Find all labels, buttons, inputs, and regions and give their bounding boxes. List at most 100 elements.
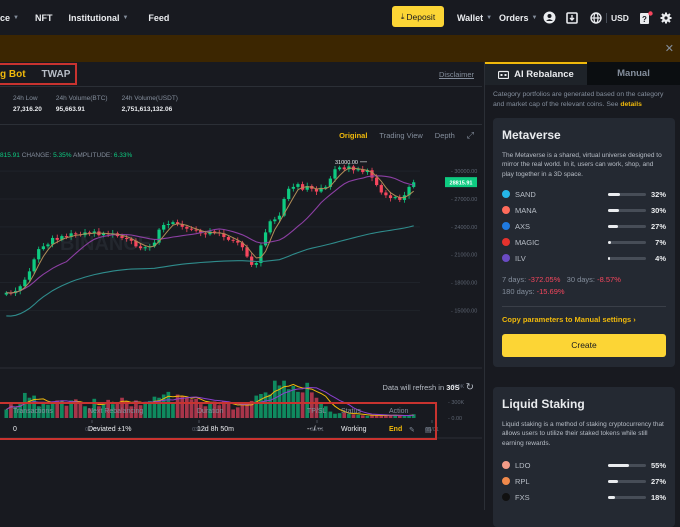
candle: [296, 184, 300, 187]
details-link[interactable]: details: [620, 101, 642, 108]
create-button[interactable]: Create: [502, 333, 666, 357]
fullscreen-icon[interactable]: ⤢: [467, 130, 474, 141]
chart-info: 815.91 CHANGE: 5.35% AMPLITUDE: 6.33%: [0, 152, 133, 159]
candle: [46, 244, 50, 247]
allocation-bar-fill: [608, 209, 620, 212]
deposit-button[interactable]: ⤓ Deposit: [392, 6, 444, 27]
tab-trading-view[interactable]: Trading View: [379, 131, 422, 140]
allocation-bar-fill: [608, 480, 619, 483]
orders-menu[interactable]: Orders ▼: [499, 0, 537, 35]
coin-list: SAND 32% MANA 30% AXS 27% MAGIC 7% ILV 4%: [502, 186, 666, 266]
allocation-percent: 4%: [655, 253, 666, 263]
allocation-bar: [608, 257, 646, 260]
status-value: Working: [341, 426, 367, 433]
candle: [37, 249, 41, 260]
tab-ai-rebalance[interactable]: AI Rebalance: [485, 62, 587, 85]
candle: [203, 233, 207, 235]
perf-180d: -15.69%: [536, 286, 565, 296]
candle: [333, 169, 337, 179]
coin-name: RPL: [515, 476, 530, 486]
portfolio-card-liquid-staking: Liquid Staking Liquid staking is a metho…: [493, 387, 675, 527]
nav-item-feed[interactable]: Feed: [140, 13, 177, 23]
candle: [384, 192, 388, 196]
end-button[interactable]: End: [389, 426, 402, 433]
candle: [273, 219, 277, 222]
sand-coin-icon: [502, 190, 510, 199]
details-icon[interactable]: ▤: [425, 426, 432, 434]
allocation-percent: 18%: [650, 492, 666, 502]
next-rebalancing-value: Deviated ±1%: [88, 426, 132, 433]
allocation-bar: [608, 209, 646, 212]
ldo-coin-icon: [502, 461, 510, 470]
settings-icon: [660, 12, 672, 23]
chevron-down-icon: ▼: [13, 14, 19, 21]
robot-icon: [498, 70, 510, 79]
bot-tabs: g Bot TWAP Disclaimer: [0, 62, 482, 87]
globe-icon: [590, 11, 602, 24]
allocation-bar: [608, 480, 646, 483]
coin-name: SAND: [515, 189, 536, 199]
coin-name: MANA: [515, 205, 537, 215]
price-axis-label: - 21000.00: [451, 253, 477, 259]
candle: [337, 167, 342, 170]
refresh-countdown: 30S: [446, 383, 460, 392]
disclaimer-link[interactable]: Disclaimer: [439, 70, 474, 79]
tab-twap[interactable]: TWAP: [42, 69, 71, 80]
copy-parameters-link[interactable]: Copy parameters to Manual settings ›: [502, 315, 666, 324]
language-button[interactable]: [590, 0, 602, 35]
panel-description: Category portfolios are generated based …: [493, 91, 664, 108]
allocation-bar-fill: [608, 193, 621, 196]
nav-item-nft[interactable]: NFT: [27, 13, 61, 23]
stat-24h-volume-usdt: 24h Volume(USDT) 2,751,613,132.06: [121, 95, 178, 113]
price-chart[interactable]: BINANCE- 30000.00- 27000.00- 24000.00- 2…: [0, 150, 482, 442]
chart-view-tabs: Original Trading View Depth ⤢: [339, 130, 474, 141]
coin-name: AXS: [515, 221, 531, 231]
tab-original[interactable]: Original: [339, 131, 367, 140]
allocation-bar: [608, 464, 646, 467]
settings-button[interactable]: [660, 0, 672, 35]
card-description: Liquid staking is a method of staking cr…: [502, 421, 664, 447]
tpsl-value: -- / --: [307, 426, 323, 433]
candle: [388, 195, 393, 199]
nav-item-finance[interactable]: ce ▼: [0, 13, 27, 23]
tab-manual[interactable]: Manual: [587, 62, 680, 85]
chevron-down-icon: ▼: [486, 14, 493, 21]
card-title: Liquid Staking: [502, 397, 585, 411]
download-app-button[interactable]: [566, 0, 578, 35]
allocation-percent: 27%: [650, 221, 666, 231]
coin-list: LDO 55% RPL 27% FXS 18%: [502, 457, 666, 505]
edit-icon[interactable]: ✎: [409, 426, 415, 434]
tab-rebalancing-bot[interactable]: g Bot: [0, 69, 26, 80]
user-button[interactable]: [543, 0, 556, 35]
close-icon[interactable]: ✕: [665, 42, 674, 55]
allocation-percent: 27%: [650, 476, 666, 486]
card-description: The Metaverse is a shared, virtual unive…: [502, 152, 662, 178]
price-axis-label: - 27000.00: [451, 197, 477, 203]
coin-row-mana: MANA 30%: [502, 202, 666, 218]
fxs-coin-icon: [502, 493, 510, 502]
price-axis-label: - 15000.00: [451, 308, 477, 314]
allocation-percent: 30%: [650, 205, 666, 215]
perf-30d: -8.57%: [597, 275, 621, 285]
tab-depth[interactable]: Depth: [435, 131, 455, 140]
allocation-bar-fill: [608, 464, 629, 467]
ilv-coin-icon: [502, 254, 510, 263]
strategy-panel: g Bot TWAP Disclaimer 24h Low 27,316.20 2…: [0, 62, 482, 510]
volume-axis-label: - 0.00: [448, 416, 462, 422]
currency-selector[interactable]: USD: [611, 0, 629, 35]
ai-rebalance-panel: AI Rebalance Manual Category portfolios …: [484, 62, 680, 527]
notification-button[interactable]: ?: [639, 0, 653, 35]
coin-name: MAGIC: [515, 237, 540, 247]
volume-axis-label: - 300K: [448, 400, 465, 406]
duration-value: 12d 8h 50m: [197, 426, 234, 433]
candle: [125, 237, 129, 239]
refresh-icon[interactable]: ↻: [466, 382, 474, 393]
perf-7d: -372.05%: [528, 275, 561, 285]
announcement-banner: [0, 35, 680, 62]
wallet-menu[interactable]: Wallet ▼: [457, 0, 492, 35]
rpl-coin-icon: [502, 477, 510, 486]
candle: [268, 221, 272, 233]
nav-item-institutional[interactable]: Institutional ▼: [60, 13, 136, 23]
candle: [379, 185, 383, 193]
right-tabs: AI Rebalance Manual: [485, 62, 680, 85]
